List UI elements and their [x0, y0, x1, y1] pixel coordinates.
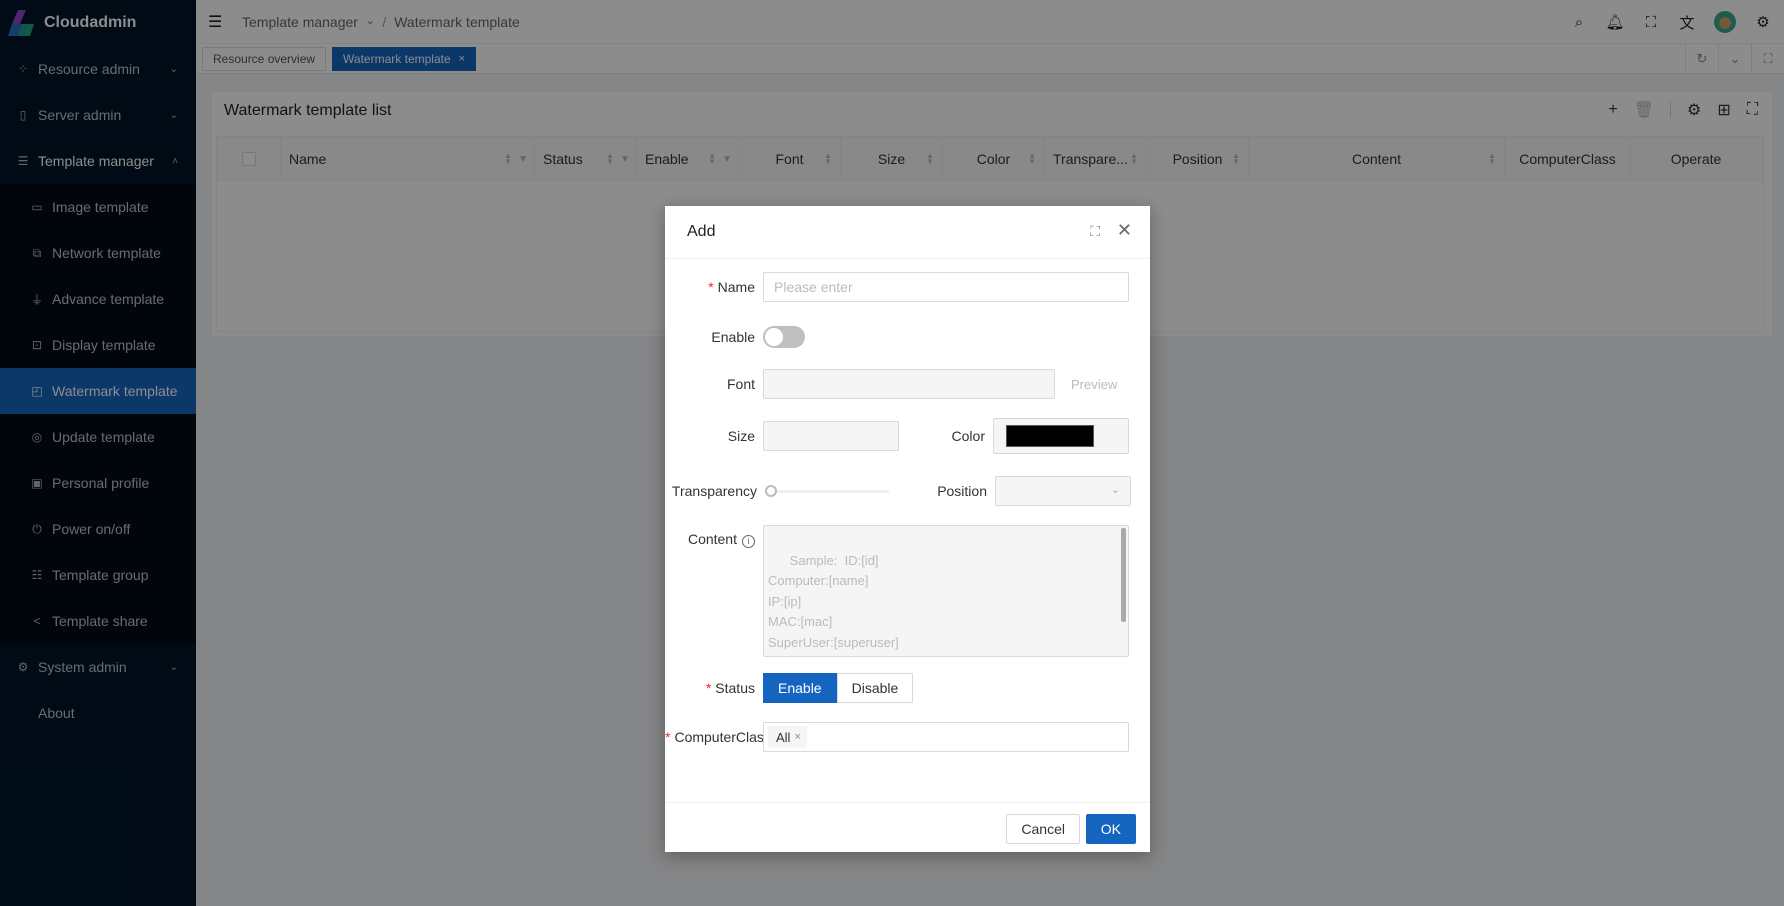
status-label: * Status	[665, 680, 763, 696]
modal-footer: Cancel OK	[665, 802, 1150, 852]
computerclass-row: * ComputerClas: All ×	[665, 722, 1129, 752]
close-icon[interactable]: ×	[794, 731, 800, 743]
modal-title: Add	[687, 223, 716, 240]
name-input[interactable]	[763, 272, 1129, 302]
scrollbar[interactable]	[1121, 528, 1126, 622]
font-input[interactable]	[763, 369, 1055, 399]
add-watermark-modal: Add ⛶ ✕ *Name Enable Font Preview Size C…	[665, 206, 1150, 852]
status-disable-button[interactable]: Disable	[836, 673, 914, 703]
content-textarea[interactable]: Sample: ID:[id] Computer:[name] IP:[ip] …	[763, 525, 1129, 657]
label-text: Status	[715, 680, 755, 696]
computerclass-tag: All ×	[768, 726, 807, 748]
cancel-button[interactable]: Cancel	[1006, 814, 1080, 844]
transparency-label: Transparency	[671, 483, 757, 499]
label-text: Content	[687, 531, 737, 547]
status-enable-button[interactable]: Enable	[763, 673, 837, 703]
enable-label: Enable	[711, 329, 755, 345]
transparency-slider[interactable]	[765, 485, 889, 497]
modal-header: Add ⛶ ✕	[665, 206, 1150, 259]
color-label: Color	[951, 428, 985, 444]
label-text: Name	[717, 279, 755, 295]
required-mark: *	[708, 279, 714, 295]
transparency-position-row: Transparency Position ⌄	[665, 476, 1131, 506]
info-icon[interactable]: i	[742, 534, 755, 548]
tag-label: All	[776, 729, 791, 745]
computerclass-select[interactable]: All ×	[763, 722, 1129, 752]
slider-rail	[765, 490, 889, 493]
required-mark: *	[665, 729, 671, 745]
font-label: Font	[726, 376, 755, 392]
content-label: Content i	[665, 525, 763, 548]
size-color-row: Size Color	[665, 418, 1129, 454]
status-row: * Status Enable Disable	[665, 673, 914, 703]
size-input[interactable]	[763, 421, 899, 451]
color-picker[interactable]	[993, 418, 1129, 454]
content-placeholder: Sample: ID:[id] Computer:[name] IP:[ip] …	[768, 552, 899, 657]
font-row: Font Preview	[665, 369, 1117, 399]
position-label: Position	[937, 483, 987, 499]
ok-button[interactable]: OK	[1085, 814, 1136, 844]
preview-link[interactable]: Preview	[1071, 377, 1117, 392]
close-icon[interactable]: ✕	[1117, 220, 1132, 241]
slider-handle[interactable]	[765, 485, 777, 497]
label-text: ComputerClas:	[674, 729, 763, 745]
fullscreen-icon[interactable]: ⛶	[1090, 223, 1100, 240]
toggle-knob	[765, 328, 783, 346]
enable-toggle[interactable]	[763, 326, 805, 348]
chevron-down-icon: ⌄	[1110, 484, 1120, 496]
position-select[interactable]: ⌄	[995, 476, 1131, 506]
computerclass-label: * ComputerClas:	[665, 729, 763, 745]
name-row: * Name	[665, 272, 1129, 302]
name-label: * Name	[665, 279, 763, 295]
required-mark: *	[705, 680, 712, 696]
size-label: Size	[727, 428, 755, 444]
status-segmented: Enable Disable	[763, 673, 914, 703]
enable-row: Enable	[665, 326, 805, 348]
content-row: Content i Sample: ID:[id] Computer:[name]…	[665, 525, 1129, 657]
color-swatch	[1006, 425, 1094, 447]
